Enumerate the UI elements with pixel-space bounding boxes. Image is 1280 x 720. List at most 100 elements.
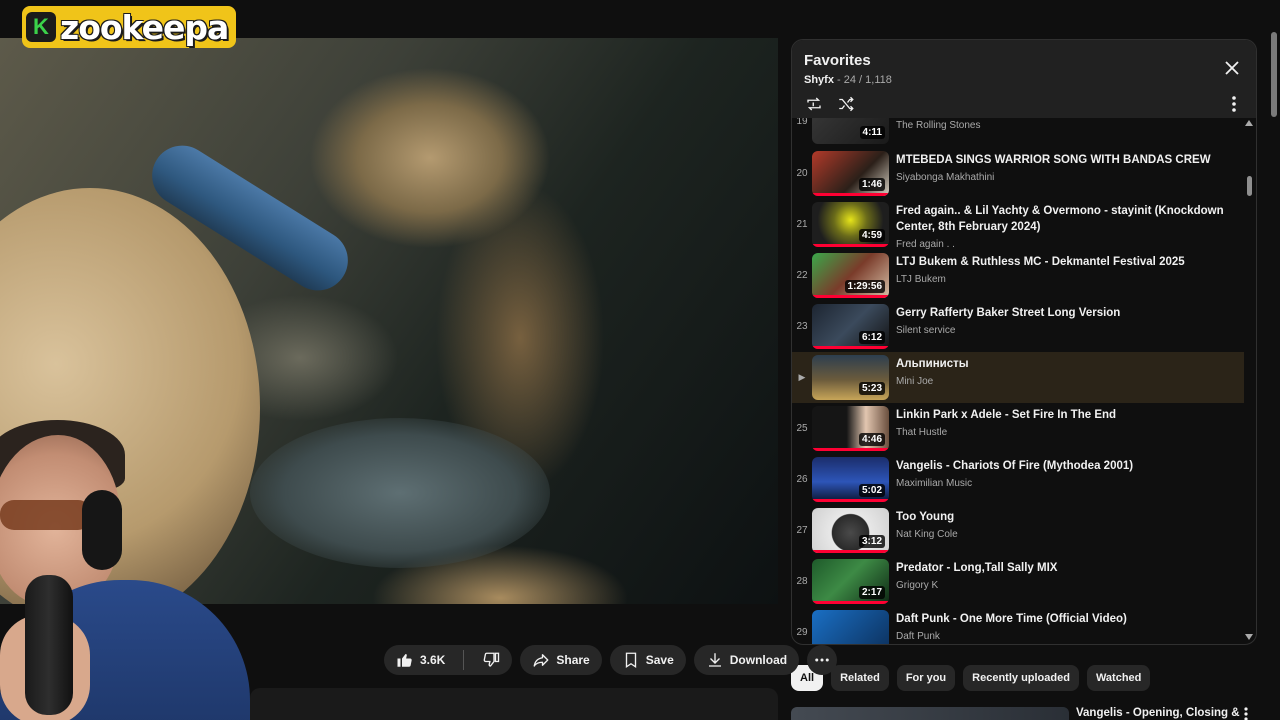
zookeepa-logo: K zookeepa: [22, 6, 237, 48]
playlist-scroll-thumb[interactable]: [1247, 176, 1252, 196]
video-thumbnail: [812, 610, 889, 644]
loop-icon: [807, 97, 821, 111]
playlist-header: Favorites Shyfx - 24 / 1,118: [792, 40, 1256, 118]
bookmark-icon: [622, 651, 640, 669]
download-icon: [706, 651, 724, 669]
video-thumbnail: 4:11: [812, 118, 889, 144]
recommended-video[interactable]: Vangelis - Opening, Closing &: [791, 705, 1280, 720]
video-thumbnail: 6:12: [812, 304, 889, 349]
video-thumbnail: 4:46: [812, 406, 889, 451]
playlist-item-28[interactable]: 28 2:17 Predator - Long,Tall Sally MIX G…: [792, 556, 1244, 607]
item-title: Predator - Long,Tall Sally MIX: [896, 562, 1058, 574]
save-button[interactable]: Save: [609, 645, 686, 675]
item-meta: Gerry Rafferty Baker Street Long Version…: [896, 301, 1226, 336]
watch-progress-bar: [812, 295, 889, 298]
webcam-sunglasses: [0, 500, 92, 530]
item-index: 20: [796, 168, 808, 179]
playlist-item-29[interactable]: 29 Daft Punk - One More Time (Official V…: [792, 607, 1244, 644]
item-channel: Daft Punk: [896, 631, 940, 642]
download-button[interactable]: Download: [693, 645, 800, 675]
playlist-scrollbar[interactable]: [1244, 120, 1254, 644]
item-channel: Fred again . .: [896, 239, 955, 250]
playlist-item-now-playing[interactable]: ▶ 5:23 Альпинисты Mini Joe: [792, 352, 1244, 403]
chip-watched[interactable]: Watched: [1086, 665, 1151, 691]
duration-badge: 5:23: [858, 382, 885, 395]
playlist-items: 19 4:11 The Rolling Stones 20 1:46 MTEBE…: [792, 118, 1244, 644]
download-label: Download: [729, 653, 788, 667]
page-scroll-thumb[interactable]: [1271, 32, 1277, 117]
video-thumbnail: 5:23: [812, 355, 889, 400]
recommended-menu-button[interactable]: [1244, 707, 1256, 720]
duration-badge: 4:59: [858, 229, 885, 242]
playlist-position: - 24 / 1,118: [833, 74, 892, 86]
close-playlist-button[interactable]: [1220, 56, 1244, 80]
item-title: Fred again.. & Lil Yachty & Overmono - s…: [896, 205, 1224, 233]
item-channel: Mini Joe: [896, 376, 934, 387]
page-scrollbar[interactable]: [1268, 30, 1280, 720]
save-label: Save: [645, 653, 674, 667]
like-dislike-group: 3.6K: [384, 645, 513, 675]
description-box-edge: [250, 688, 778, 720]
scroll-down-arrow-icon[interactable]: [1244, 634, 1254, 644]
item-meta: Linkin Park x Adele - Set Fire In The En…: [896, 403, 1226, 438]
like-count: 3.6K: [420, 653, 446, 667]
playlist-item-19[interactable]: 19 4:11 The Rolling Stones: [792, 118, 1244, 147]
item-channel: Silent service: [896, 325, 956, 336]
item-meta: Vangelis - Chariots Of Fire (Mythodea 20…: [896, 454, 1226, 489]
more-horizontal-icon: [813, 651, 831, 669]
playlist-item-22[interactable]: 22 1:29:56 LTJ Bukem & Ruthless MC - Dek…: [792, 250, 1244, 301]
item-channel: Grigory K: [896, 580, 939, 591]
item-title: Vangelis - Chariots Of Fire (Mythodea 20…: [896, 460, 1134, 472]
close-icon: [1225, 61, 1239, 75]
item-title: Gerry Rafferty Baker Street Long Version: [896, 307, 1121, 319]
webcam-headset: [82, 490, 122, 570]
shuffle-button[interactable]: [836, 94, 856, 114]
like-button[interactable]: 3.6K: [384, 645, 457, 675]
logo-badge: K: [26, 12, 56, 42]
duration-badge: 2:17: [858, 586, 885, 599]
share-button[interactable]: Share: [520, 645, 602, 675]
playlist-item-21[interactable]: 21 4:59 Fred again.. & Lil Yachty & Over…: [792, 199, 1244, 250]
playlist-title[interactable]: Favorites: [804, 52, 1244, 69]
video-thumbnail: 2:17: [812, 559, 889, 604]
playlist-item-23[interactable]: 23 6:12 Gerry Rafferty Baker Street Long…: [792, 301, 1244, 352]
recommended-thumbnail[interactable]: [791, 707, 1069, 720]
video-frame-seabed: [250, 418, 550, 568]
item-channel: Maximilian Music: [896, 478, 973, 489]
playlist-owner[interactable]: Shyfx: [804, 74, 834, 86]
scroll-up-arrow-icon[interactable]: [1244, 120, 1254, 130]
dislike-button[interactable]: [470, 645, 512, 675]
more-actions-button[interactable]: [807, 645, 838, 675]
watch-progress-bar: [812, 448, 889, 451]
share-label: Share: [556, 653, 590, 667]
loop-button[interactable]: [804, 94, 824, 114]
item-meta: The Rolling Stones: [896, 118, 1226, 131]
item-title: LTJ Bukem & Ruthless MC - Dekmantel Fest…: [896, 256, 1185, 268]
chip-recently-uploaded[interactable]: Recently uploaded: [963, 665, 1079, 691]
video-thumbnail: 4:59: [812, 202, 889, 247]
playlist-panel: Favorites Shyfx - 24 / 1,118 19 4:11 The…: [791, 39, 1257, 645]
duration-badge: 1:46: [858, 178, 885, 191]
duration-badge: 1:29:56: [844, 280, 885, 293]
more-vertical-icon: [1232, 96, 1236, 112]
thumbs-up-icon: [396, 651, 414, 669]
item-meta: Альпинисты Mini Joe: [896, 352, 1226, 387]
playlist-subtitle: Shyfx - 24 / 1,118: [804, 74, 1244, 86]
item-title: MTEBEDA SINGS WARRIOR SONG WITH BANDAS C…: [896, 154, 1211, 166]
item-index: 19: [796, 118, 808, 127]
playlist-item-26[interactable]: 26 5:02 Vangelis - Chariots Of Fire (Myt…: [792, 454, 1244, 505]
watch-progress-bar: [812, 499, 889, 502]
item-channel: That Hustle: [896, 427, 948, 438]
playlist-item-20[interactable]: 20 1:46 MTEBEDA SINGS WARRIOR SONG WITH …: [792, 148, 1244, 199]
playlist-item-25[interactable]: 25 4:46 Linkin Park x Adele - Set Fire I…: [792, 403, 1244, 454]
playlist-item-27[interactable]: 27 3:12 Too Young Nat King Cole: [792, 505, 1244, 556]
webcam-microphone: [25, 575, 73, 715]
item-index: 26: [796, 474, 808, 485]
chip-related[interactable]: Related: [831, 665, 889, 691]
item-meta: Fred again.. & Lil Yachty & Overmono - s…: [896, 199, 1226, 250]
page: K zookeepa 3.6K Share Save Download Favo…: [0, 0, 1280, 720]
chip-for-you[interactable]: For you: [896, 665, 956, 691]
recommended-title[interactable]: Vangelis - Opening, Closing &: [1076, 707, 1240, 719]
playlist-menu-button[interactable]: [1226, 94, 1242, 114]
item-meta: LTJ Bukem & Ruthless MC - Dekmantel Fest…: [896, 250, 1226, 285]
